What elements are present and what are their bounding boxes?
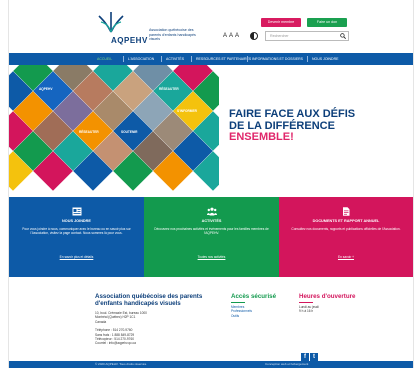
nav-item-activities[interactable]: ACTIVITÉS (166, 53, 184, 65)
hero-title-line1: FAIRE FACE AUX DÉFIS (229, 108, 356, 120)
nav-divider (247, 56, 248, 62)
card-title: Activités (201, 219, 222, 223)
footer-info: Association québécoise des parents d'enf… (9, 277, 413, 361)
main-nav: ACCUEIL L'ASSOCIATION ACTIVITÉS RESSOURC… (9, 53, 413, 65)
access-link[interactable]: Outils (231, 314, 281, 318)
page: AQPEHV Association québécoise des parent… (8, 0, 414, 368)
nav-divider (191, 56, 192, 62)
contact-card: Nous joindre Pour vous joindre à nous, c… (9, 197, 144, 277)
nav-item-resources[interactable]: RESSOURCES ET PARTENAIRES (196, 53, 251, 65)
search-box[interactable]: Rechercher (265, 31, 349, 41)
logo-tagline: Association québécoise des parents d'enf… (149, 28, 196, 42)
logo-name[interactable]: AQPEHV (111, 36, 148, 45)
card-text: Pour vous joindre à nous, communiquer av… (22, 227, 131, 236)
nav-divider (307, 56, 308, 62)
nav-item-contact[interactable]: NOUS JOINDRE (312, 53, 338, 65)
copyright: © 2020 AQPEHV. Tous droits réservés. (95, 362, 147, 366)
activities-card: Activités Découvrez nos prochaines activ… (144, 197, 279, 277)
diamond-label-aqpehv: AQPEHV (39, 87, 53, 91)
divider (231, 302, 245, 303)
search-icon[interactable] (340, 33, 346, 39)
card-link[interactable]: En savoir plus et détails (19, 255, 134, 259)
id-card-icon (72, 207, 81, 216)
twitter-icon[interactable]: t (310, 353, 318, 361)
card-text: Découvrez nos prochaines activités et év… (154, 227, 269, 236)
become-member-button[interactable]: Devenir membre (261, 18, 301, 27)
document-icon (343, 207, 350, 216)
card-text: Consultez nos documents, rapports et pub… (291, 227, 401, 231)
text-size-controls[interactable]: A A A (223, 33, 240, 39)
card-title: Documents et rapport annuel (312, 219, 380, 223)
nav-divider (123, 56, 124, 62)
nav-item-information[interactable]: INFORMATIONS ET DOSSIERS (252, 53, 303, 65)
facebook-icon[interactable]: f (301, 353, 309, 361)
hero-banner: AQPEHV RÉSEAUTER S'INFORMER RÉSEAUTER SO… (9, 65, 413, 193)
nav-item-association[interactable]: L'ASSOCIATION (128, 53, 154, 65)
footer-access: Accès sécurisé Membres Professionnels Ou… (231, 293, 281, 318)
footer-access-title: Accès sécurisé (231, 293, 277, 300)
search-input[interactable]: Rechercher (270, 32, 289, 40)
card-link[interactable]: En savoir + (289, 255, 403, 259)
footer-bar: © 2020 AQPEHV. Tous droits réservés. Con… (9, 361, 413, 368)
contrast-icon[interactable] (250, 32, 258, 40)
card-link[interactable]: Toutes nos activités (154, 255, 269, 259)
site-header: AQPEHV Association québécoise des parent… (9, 0, 413, 52)
diamond-label-inform: S'INFORMER (177, 109, 197, 113)
people-icon (206, 207, 217, 216)
hero-photo-mosaic: AQPEHV RÉSEAUTER S'INFORMER RÉSEAUTER SO… (9, 65, 219, 193)
footer-org: Association québécoise des parents d'enf… (95, 293, 205, 346)
documents-card: Documents et rapport annuel Consultez no… (279, 197, 413, 277)
nav-divider (161, 56, 162, 62)
feature-cards: Nous joindre Pour vous joindre à nous, c… (9, 197, 413, 277)
footer-org-title: Association québécoise des parents d'enf… (95, 293, 203, 307)
hero-title: FAIRE FACE AUX DÉFIS DE LA DIFFÉRENCE EN… (229, 108, 399, 144)
card-title: Nous joindre (62, 219, 91, 223)
diamond-label-support-a: RÉSEAUTER (79, 130, 99, 134)
nav-item-home[interactable]: ACCUEIL (97, 53, 112, 65)
hours-line: 9 h à 16 h (299, 309, 314, 314)
divider (299, 302, 313, 303)
diamond-label-network: RÉSEAUTER (159, 87, 179, 91)
diamond-label-support: SOUTENIR (121, 130, 138, 134)
credits-link[interactable]: Conception web et hébergement (265, 361, 308, 368)
email-link[interactable]: Courriel : info@aqpehv.qc.ca (95, 341, 205, 345)
hero-title-line3: ENSEMBLE! (229, 131, 294, 143)
footer-hours: Heures d'ouverture Lundi au jeudi 9 h à … (299, 293, 359, 314)
donate-button[interactable]: Faire un don (307, 18, 347, 27)
logo-icon (98, 12, 124, 33)
footer-hours-title: Heures d'ouverture (299, 293, 356, 300)
